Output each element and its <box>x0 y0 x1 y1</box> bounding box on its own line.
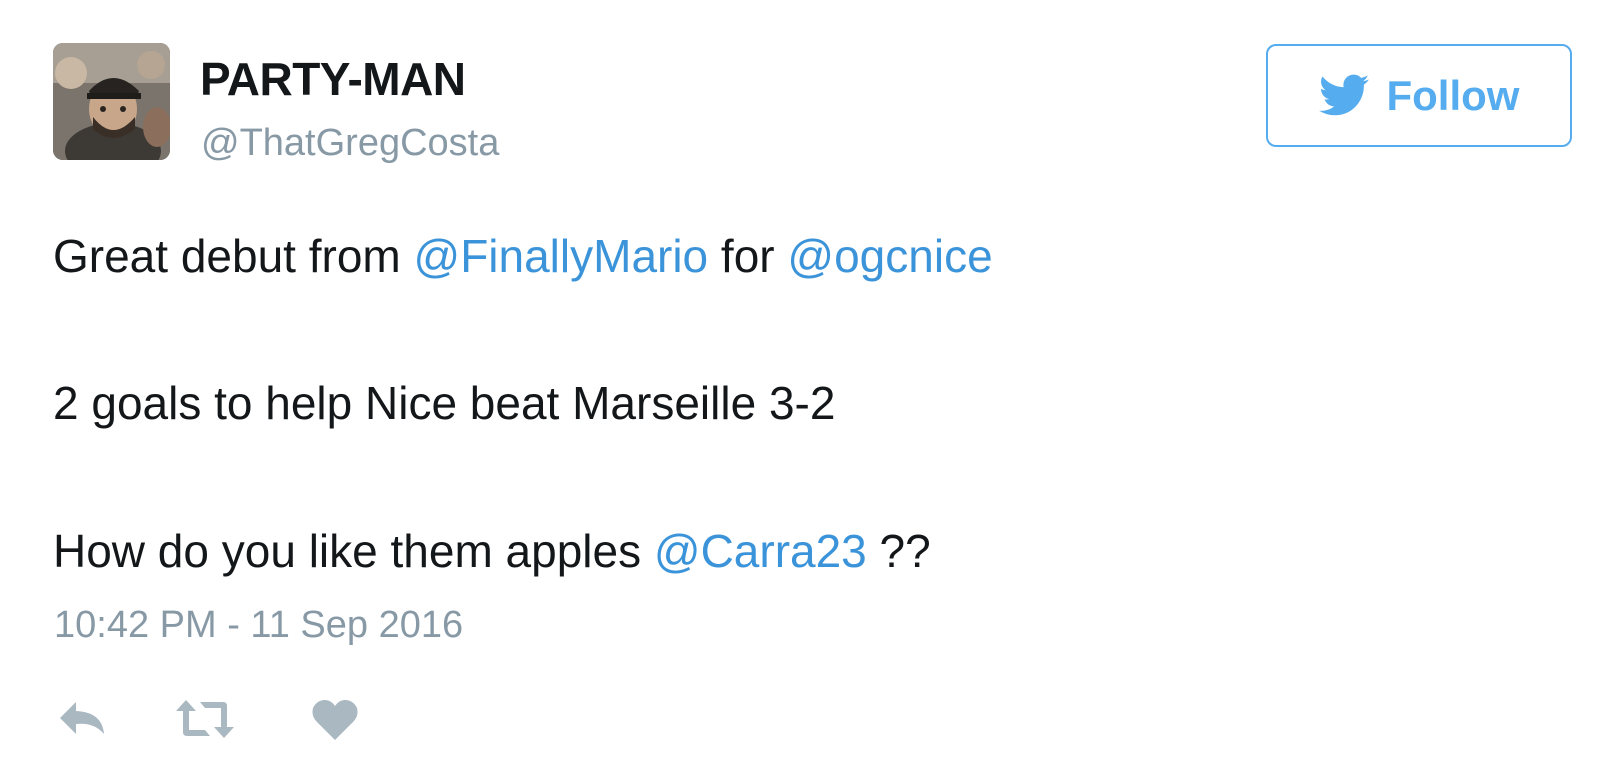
tweet-text: Great debut from <box>53 230 414 282</box>
follow-button[interactable]: Follow <box>1266 44 1572 147</box>
like-button[interactable] <box>311 698 359 742</box>
mention-link[interactable]: @Carra23 <box>654 525 867 577</box>
mention-link[interactable]: @FinallyMario <box>414 230 709 282</box>
heart-icon <box>312 700 358 740</box>
reply-icon <box>60 702 104 734</box>
tweet-timestamp[interactable]: 10:42 PM - 11 Sep 2016 <box>54 601 463 649</box>
tweet-text-line-3: How do you like them apples @Carra23 ?? <box>53 523 931 579</box>
tweet-text-line-2: 2 goals to help Nice beat Marseille 3-2 <box>53 377 836 429</box>
reply-button[interactable] <box>56 698 108 738</box>
tweet-text: ?? <box>866 525 931 577</box>
user-handle[interactable]: @ThatGregCosta <box>201 119 499 167</box>
avatar-image <box>53 43 170 160</box>
mention-link[interactable]: @ogcnice <box>787 230 992 282</box>
tweet-text: for <box>708 230 788 282</box>
retweet-button[interactable] <box>174 698 236 740</box>
tweet-text: How do you like them apples <box>53 525 654 577</box>
follow-label: Follow <box>1386 71 1520 119</box>
tweet-card: PARTY-MAN @ThatGregCosta Follow Great de… <box>0 0 1605 768</box>
display-name[interactable]: PARTY-MAN <box>200 52 466 106</box>
tweet-text-line-1: Great debut from @FinallyMario for @ogcn… <box>53 228 993 284</box>
avatar[interactable] <box>53 43 170 160</box>
retweet-icon <box>176 700 234 738</box>
twitter-bird-icon <box>1318 74 1369 115</box>
